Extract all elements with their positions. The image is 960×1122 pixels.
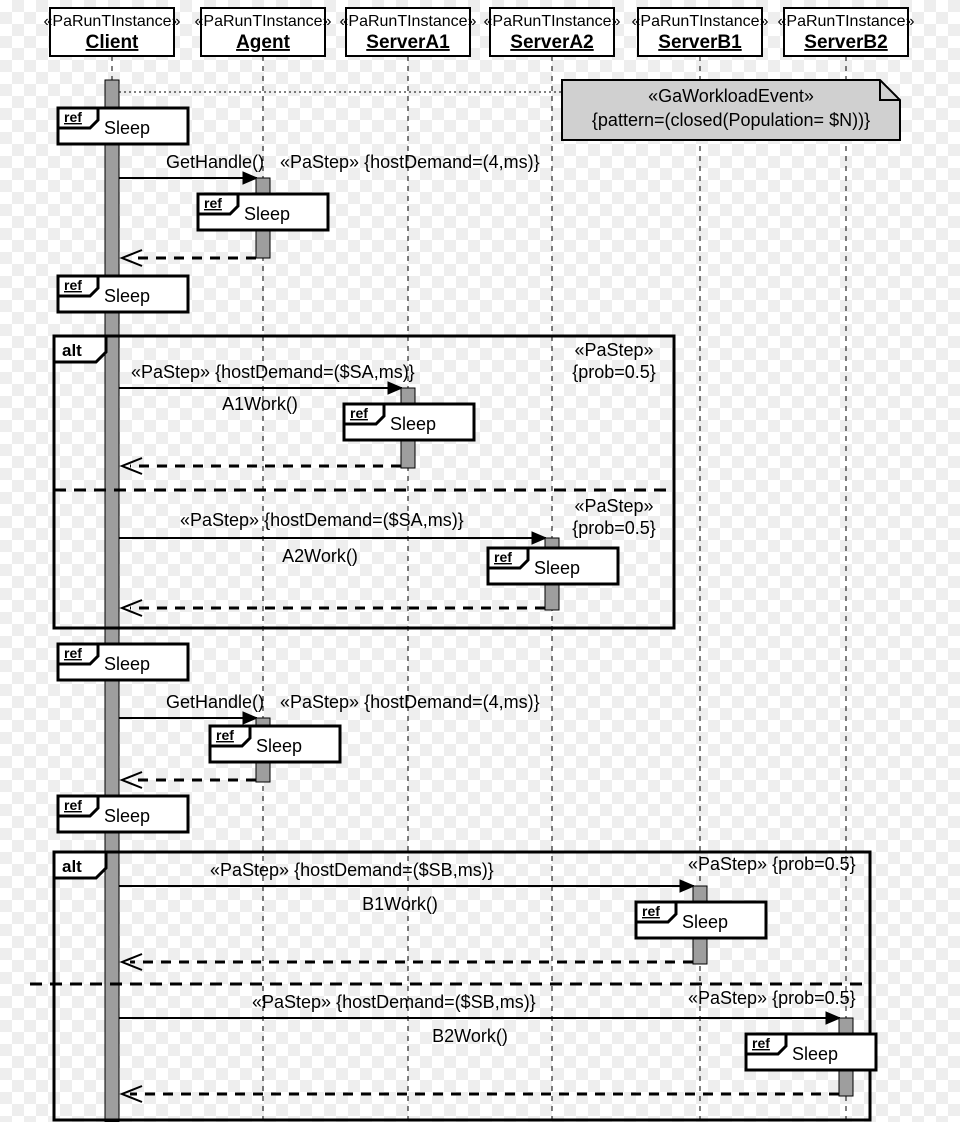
- activation-client: [105, 80, 119, 1122]
- svg-text:Sleep: Sleep: [256, 736, 302, 756]
- ref-sleep-client-4: ref Sleep: [58, 796, 188, 832]
- name-b2: ServerB2: [804, 32, 887, 53]
- ref-sleep-b1: ref Sleep: [636, 902, 766, 938]
- stereo-a1: «PaRunTInstance»: [340, 13, 477, 30]
- svg-text:ref: ref: [204, 195, 222, 211]
- svg-text:Sleep: Sleep: [104, 286, 150, 306]
- ref-sleep-b2: ref Sleep: [746, 1034, 876, 1070]
- pastep-a2-hd: «PaStep» {hostDemand=($SA,ms)}: [180, 510, 464, 530]
- svg-text:Sleep: Sleep: [104, 654, 150, 674]
- ref-sleep-client-3: ref Sleep: [58, 644, 188, 680]
- svg-text:ref: ref: [494, 549, 512, 565]
- svg-text:alt: alt: [62, 857, 82, 876]
- msg-gethandle-1: GetHandle(): [166, 152, 264, 172]
- lifeline-servera1: «PaRunTInstance» ServerA1: [340, 8, 477, 1122]
- lifeline-serverb2: «PaRunTInstance» ServerB2: [778, 8, 915, 1122]
- svg-text:ref: ref: [64, 645, 82, 661]
- svg-text:Sleep: Sleep: [244, 204, 290, 224]
- svg-text:ref: ref: [350, 405, 368, 421]
- svg-text:Sleep: Sleep: [534, 558, 580, 578]
- alt-fragment-b: alt «PaStep» {prob=0.5} «PaStep» {hostDe…: [30, 852, 876, 1120]
- svg-text:alt: alt: [62, 341, 82, 360]
- stereo-client: «PaRunTInstance»: [44, 13, 181, 30]
- svg-text:Sleep: Sleep: [792, 1044, 838, 1064]
- name-a1: ServerA1: [366, 32, 450, 53]
- svg-text:ref: ref: [752, 1035, 770, 1051]
- pastep-a2-prob: {prob=0.5}: [572, 518, 656, 538]
- svg-text:Sleep: Sleep: [390, 414, 436, 434]
- pastep-a1-stereo: «PaStep»: [574, 340, 653, 360]
- svg-text:Sleep: Sleep: [104, 806, 150, 826]
- workload-note: «GaWorkloadEvent» {pattern=(closed(Popul…: [562, 80, 900, 140]
- msg-a1work: A1Work(): [222, 394, 298, 414]
- svg-text:ref: ref: [64, 109, 82, 125]
- ref-sleep-client-1: ref Sleep: [58, 108, 188, 144]
- pastep-a2-stereo: «PaStep»: [574, 496, 653, 516]
- name-b1: ServerB1: [658, 32, 742, 53]
- note-body: {pattern=(closed(Population= $N))}: [592, 110, 870, 130]
- pastep-a1-prob: {prob=0.5}: [572, 362, 656, 382]
- svg-text:Sleep: Sleep: [104, 118, 150, 138]
- ref-sleep-agent-1: ref Sleep: [198, 194, 328, 230]
- pastep-b2-hd: «PaStep» {hostDemand=($SB,ms)}: [252, 992, 536, 1012]
- name-agent: Agent: [236, 32, 291, 53]
- pastep-b1-stereo: «PaStep» {prob=0.5}: [688, 854, 856, 874]
- ref-sleep-agent-2: ref Sleep: [210, 726, 340, 762]
- alt-fragment-a: alt «PaStep» {prob=0.5} «PaStep» {hostDe…: [54, 336, 674, 628]
- stereo-b2: «PaRunTInstance»: [778, 13, 915, 30]
- msg-b2work: B2Work(): [432, 1026, 508, 1046]
- note-stereo: «GaWorkloadEvent»: [648, 86, 814, 106]
- stereo-agent: «PaRunTInstance»: [195, 13, 332, 30]
- name-client: Client: [86, 32, 139, 53]
- msg-gethandle-2: GetHandle(): [166, 692, 264, 712]
- ref-sleep-client-2: ref Sleep: [58, 276, 188, 312]
- ref-sleep-a2: ref Sleep: [488, 548, 618, 584]
- svg-text:ref: ref: [642, 903, 660, 919]
- pastep-b2-stereo: «PaStep» {prob=0.5}: [688, 988, 856, 1008]
- uml-sequence-diagram: «PaRunTInstance» Client «PaRunTInstance»…: [0, 0, 960, 1122]
- pastep-a1-hd: «PaStep» {hostDemand=($SA,ms)}: [131, 362, 415, 382]
- pastep-b1-hd: «PaStep» {hostDemand=($SB,ms)}: [210, 860, 494, 880]
- stereo-a2: «PaRunTInstance»: [484, 13, 621, 30]
- msg-a2work: A2Work(): [282, 546, 358, 566]
- ref-sleep-a1: ref Sleep: [344, 404, 474, 440]
- stereo-b1: «PaRunTInstance»: [632, 13, 769, 30]
- pastep-gh1-stereo: «PaStep» {hostDemand=(4,ms)}: [280, 152, 540, 172]
- svg-text:ref: ref: [216, 727, 234, 743]
- svg-text:ref: ref: [64, 797, 82, 813]
- name-a2: ServerA2: [510, 32, 593, 53]
- svg-text:ref: ref: [64, 277, 82, 293]
- pastep-gh2-stereo: «PaStep» {hostDemand=(4,ms)}: [280, 692, 540, 712]
- msg-b1work: B1Work(): [362, 894, 438, 914]
- svg-text:Sleep: Sleep: [682, 912, 728, 932]
